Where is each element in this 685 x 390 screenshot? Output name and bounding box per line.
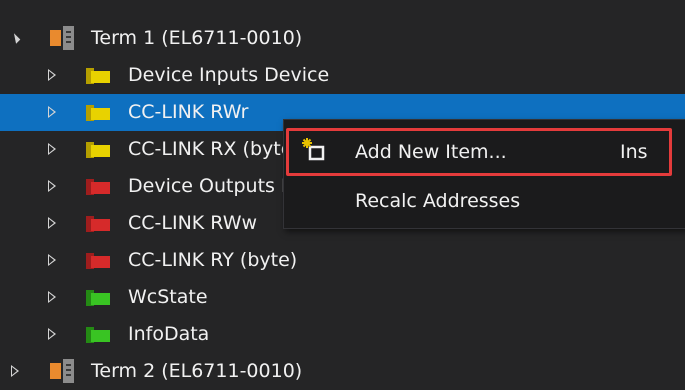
expand-arrow-icon[interactable] (48, 106, 56, 118)
expand-arrow-icon[interactable] (48, 69, 56, 81)
tree-item-wcstate[interactable]: WcState (0, 279, 685, 316)
expand-arrow-icon[interactable] (48, 254, 56, 266)
tree-item-cc-link-ry[interactable]: CC-LINK RY (byte) (0, 242, 685, 279)
tree-item-label: InfoData (128, 323, 210, 345)
context-menu: Add New Item... Ins Recalc Addresses (283, 119, 685, 229)
folder-yellow-icon (86, 140, 110, 158)
folder-red-icon (86, 177, 110, 195)
menu-item-shortcut: Ins (620, 141, 648, 163)
expand-arrow-icon[interactable] (48, 291, 56, 303)
folder-green-icon (86, 325, 110, 343)
folder-red-icon (86, 214, 110, 232)
tree-item-label: CC-LINK RX (byte) (128, 138, 300, 160)
tree-item-term-2[interactable]: Term 2 (EL6711-0010) (0, 353, 685, 390)
add-new-item-icon (302, 138, 325, 161)
expand-arrow-icon[interactable] (48, 180, 56, 192)
tree-item-infodata[interactable]: InfoData (0, 316, 685, 353)
menu-item-recalc-addresses[interactable]: Recalc Addresses (284, 178, 685, 224)
folder-green-icon (86, 288, 110, 306)
tree-item-label: Term 2 (EL6711-0010) (91, 360, 303, 382)
expand-arrow-icon[interactable] (48, 143, 56, 155)
collapse-arrow-icon[interactable] (9, 33, 21, 44)
folder-red-icon (86, 251, 110, 269)
tree-item-label: CC-LINK RY (byte) (128, 249, 298, 271)
tree-item-term-1[interactable]: Term 1 (EL6711-0010) (0, 20, 685, 57)
menu-item-label: Recalc Addresses (355, 190, 521, 212)
expand-arrow-icon[interactable] (48, 328, 56, 340)
terminal-icon (50, 359, 76, 383)
tree-item-label: WcState (128, 286, 208, 308)
menu-item-add-new-item[interactable]: Add New Item... Ins (284, 128, 685, 176)
terminal-icon (50, 26, 76, 50)
expand-arrow-icon[interactable] (11, 365, 19, 377)
tree-item-label: Term 1 (EL6711-0010) (91, 27, 303, 49)
tree-item-label: CC-LINK RWr (128, 101, 249, 123)
menu-item-label: Add New Item... (355, 141, 507, 163)
tree-item-label: CC-LINK RWw (128, 212, 258, 234)
folder-yellow-icon (86, 103, 110, 121)
tree-item-device-inputs[interactable]: Device Inputs Device (0, 57, 685, 94)
tree-item-label: Device Inputs Device (128, 64, 330, 86)
expand-arrow-icon[interactable] (48, 217, 56, 229)
folder-yellow-icon (86, 66, 110, 84)
